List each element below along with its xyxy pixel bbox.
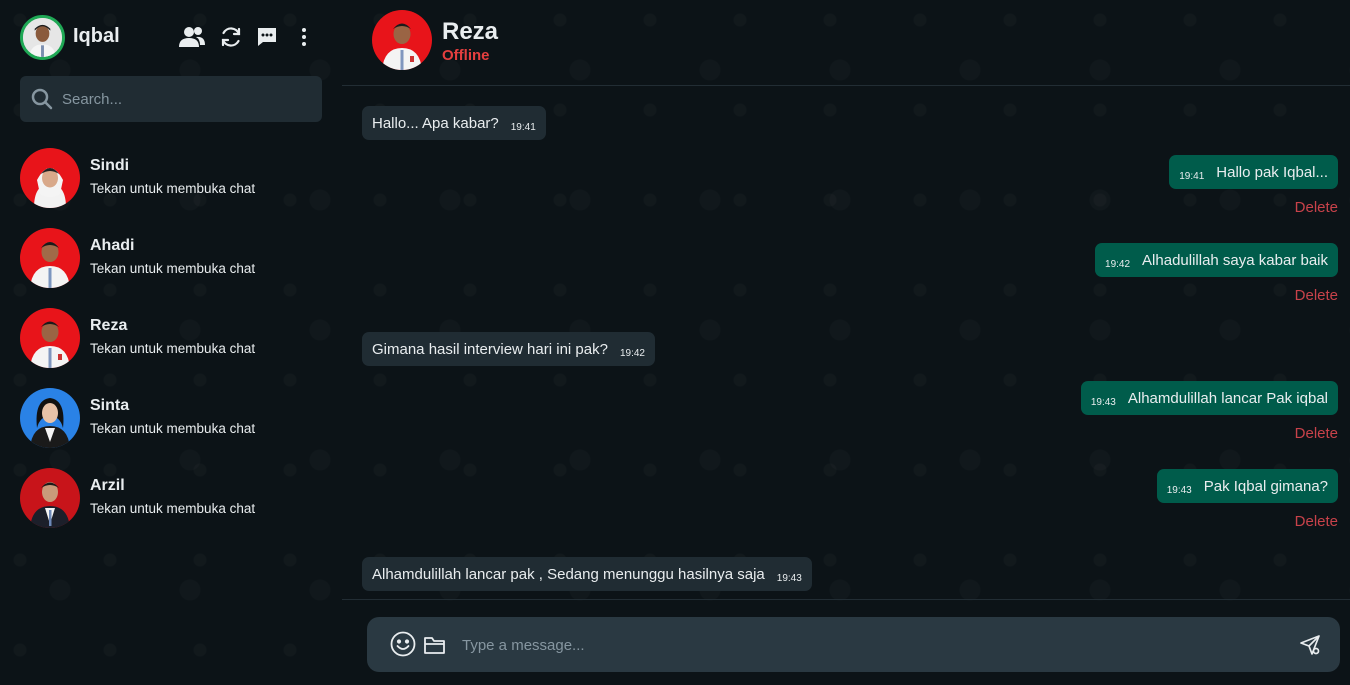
message-text: Hallo pak Iqbal... — [1216, 163, 1328, 181]
contacts-icon[interactable] — [178, 25, 206, 51]
message-text: Alhamdulillah lancar pak , Sedang menung… — [372, 565, 765, 583]
more-options-icon[interactable] — [296, 25, 312, 51]
contact-subtitle: Tekan untuk membuka chat — [90, 181, 256, 196]
message-list: Hallo... Apa kabar? 19:41 19:41 Hallo pa… — [342, 86, 1350, 600]
contact-avatar — [20, 468, 80, 528]
peer-name: Reza — [442, 18, 499, 45]
contact-name: Reza — [90, 317, 128, 334]
message-bubble-incoming: Hallo... Apa kabar? 19:41 — [362, 106, 546, 140]
contact-item-sinta[interactable]: Sinta Tekan untuk membuka chat — [20, 388, 320, 450]
message-bubble-outgoing: 19:43 Alhamdulillah lancar Pak iqbal — [1080, 381, 1338, 415]
delete-message-link[interactable]: Delete — [1295, 425, 1338, 442]
contact-subtitle: Tekan untuk membuka chat — [90, 421, 256, 436]
message-time: 19:43 — [1090, 396, 1116, 408]
delete-message-link[interactable]: Delete — [1295, 287, 1338, 304]
message-bubble-outgoing: 19:42 Alhadulillah saya kabar baik — [1095, 243, 1338, 277]
message-time: 19:41 — [1179, 170, 1205, 182]
message-bubble-incoming: Alhamdulillah lancar pak , Sedang menung… — [362, 557, 812, 591]
contact-item-ahadi[interactable]: Ahadi Tekan untuk membuka chat — [20, 228, 320, 290]
profile-header: Iqbal — [20, 15, 320, 61]
contact-name: Ahadi — [90, 237, 135, 254]
message-text: Alhadulillah saya kabar baik — [1142, 251, 1328, 269]
chat-header: Reza Offline — [342, 0, 1350, 86]
contact-subtitle: Tekan untuk membuka chat — [90, 501, 256, 516]
sidebar: Iqbal Sindi Tekan untuk membuka chat Ah — [0, 0, 342, 685]
message-text: Hallo... Apa kabar? — [372, 114, 499, 132]
message-time: 19:43 — [1166, 484, 1192, 496]
peer-status: Offline — [442, 47, 490, 64]
my-name: Iqbal — [73, 25, 120, 47]
contact-subtitle: Tekan untuk membuka chat — [90, 261, 256, 276]
message-bubble-incoming: Gimana hasil interview hari ini pak? 19:… — [362, 332, 655, 366]
contact-name: Arzil — [90, 477, 125, 494]
contact-avatar — [20, 308, 80, 368]
message-composer — [367, 617, 1340, 672]
message-bubble-outgoing: 19:41 Hallo pak Iqbal... — [1169, 155, 1338, 189]
message-time: 19:42 — [1105, 258, 1131, 270]
attach-folder-icon[interactable] — [423, 634, 447, 661]
contact-subtitle: Tekan untuk membuka chat — [90, 341, 256, 356]
contact-avatar — [20, 228, 80, 288]
contact-name: Sindi — [90, 157, 130, 174]
contact-name: Sinta — [90, 397, 130, 414]
delete-message-link[interactable]: Delete — [1295, 199, 1338, 216]
message-time: 19:41 — [510, 121, 536, 133]
send-icon[interactable] — [1299, 634, 1321, 661]
message-text: Pak Iqbal gimana? — [1203, 477, 1328, 495]
message-text: Gimana hasil interview hari ini pak? — [372, 340, 608, 358]
message-input[interactable] — [462, 629, 1282, 661]
chat-panel: Reza Offline Hallo... Apa kabar? 19:41 1… — [342, 0, 1350, 685]
contact-avatar — [20, 148, 80, 208]
contact-item-sindi[interactable]: Sindi Tekan untuk membuka chat — [20, 148, 320, 210]
delete-message-link[interactable]: Delete — [1295, 513, 1338, 530]
search-icon — [30, 87, 54, 116]
new-chat-icon[interactable] — [255, 25, 283, 51]
message-bubble-outgoing: 19:43 Pak Iqbal gimana? — [1156, 469, 1338, 503]
refresh-icon[interactable] — [219, 25, 247, 51]
message-time: 19:42 — [619, 347, 645, 359]
contact-avatar — [20, 388, 80, 448]
message-text: Alhamdulillah lancar Pak iqbal — [1127, 389, 1328, 407]
search-bar — [20, 76, 322, 122]
contact-item-arzil[interactable]: Arzil Tekan untuk membuka chat — [20, 468, 320, 530]
message-time: 19:43 — [776, 572, 802, 584]
peer-avatar[interactable] — [372, 10, 432, 70]
contact-item-reza[interactable]: Reza Tekan untuk membuka chat — [20, 308, 320, 370]
search-input[interactable] — [62, 84, 312, 114]
emoji-icon[interactable] — [390, 631, 416, 662]
my-avatar[interactable] — [20, 15, 65, 60]
